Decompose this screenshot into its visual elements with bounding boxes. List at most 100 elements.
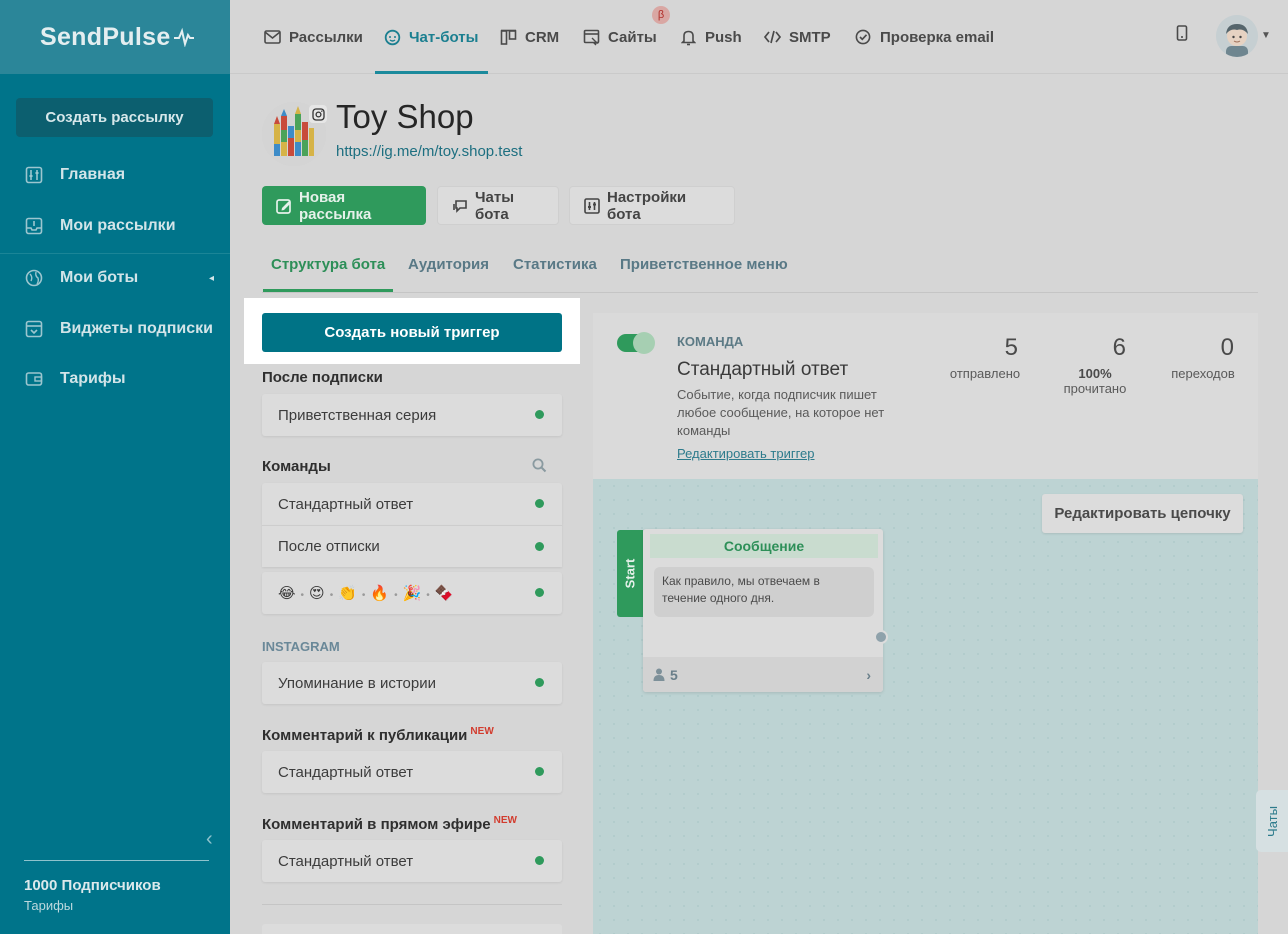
globe-icon	[24, 268, 44, 288]
trigger-card[interactable]: После отписки	[262, 525, 562, 567]
tabs-divider	[262, 292, 1258, 293]
sidebar-item-widgets[interactable]: Виджеты подписки	[24, 319, 214, 339]
emoji-commands: 😂 • 😍 • 👏 • 🔥 • 🎉 • 🍫	[278, 585, 454, 602]
chevron-down-icon[interactable]: ▼	[1261, 30, 1271, 41]
chat-icon	[452, 198, 468, 213]
logo[interactable]: SendPulse	[40, 23, 195, 52]
tab-welcome-menu[interactable]: Приветственное меню	[620, 256, 788, 273]
create-trigger-button[interactable]: Создать новый триггер	[262, 313, 562, 352]
group-title-text: Комментарий в прямом эфире	[262, 816, 491, 833]
recipient-count: 5	[670, 666, 678, 683]
tab-chatbots[interactable]: Чат-боты	[374, 0, 489, 74]
check-circle-icon	[854, 28, 872, 46]
button-label: Чаты бота	[475, 188, 515, 223]
status-dot	[535, 856, 544, 865]
caret-left-icon: ◂	[208, 272, 214, 284]
sliders-icon	[584, 197, 600, 214]
sidebar-item-bots[interactable]: Мои боты ◂	[24, 268, 214, 288]
tab-bot-structure[interactable]: Структура бота	[262, 256, 394, 292]
tab-label: Чат-боты	[409, 28, 479, 46]
trigger-label: Приветственная серия	[278, 406, 437, 424]
trigger-label: Стандартный ответ	[278, 852, 414, 870]
edit-trigger-link[interactable]: Редактировать триггер	[677, 446, 815, 461]
trigger-card-partial	[262, 924, 562, 934]
tab-label: Рассылки	[289, 28, 363, 46]
new-campaign-button[interactable]: Новая рассылка	[262, 186, 426, 225]
group-title-commands: Команды	[262, 458, 331, 475]
sidebar-item-tariffs[interactable]: Тарифы	[24, 369, 214, 389]
stat-value: 6	[1112, 334, 1126, 361]
stat-percent: 100%	[1078, 366, 1112, 381]
mobile-icon[interactable]	[1176, 25, 1188, 46]
trigger-card[interactable]: Стандартный ответ	[262, 483, 562, 525]
wallet-icon	[24, 369, 44, 389]
sidebar-divider	[0, 253, 230, 254]
chats-side-tab[interactable]: Чаты	[1256, 790, 1288, 852]
stat-clicks: 0 переходов	[1170, 334, 1236, 381]
emoji: 🎉	[402, 585, 422, 602]
new-badge: NEW	[493, 815, 517, 826]
search-icon[interactable]	[532, 458, 547, 478]
group-title-text: Комментарий к публикации	[262, 727, 468, 744]
user-avatar[interactable]	[1216, 15, 1258, 57]
trigger-label: Стандартный ответ	[278, 763, 414, 781]
sidebar-item-label: Главная	[60, 166, 126, 183]
tab-email-verify[interactable]: Проверка email	[854, 0, 994, 74]
bot-title: Toy Shop	[336, 98, 474, 135]
tab-campaigns[interactable]: Рассылки	[263, 0, 363, 74]
sidebar-item-label: Виджеты подписки	[60, 320, 213, 337]
stat-read: 6 100% прочитано	[1060, 334, 1130, 396]
widget-icon	[24, 319, 44, 339]
tab-smtp[interactable]: SMTP	[763, 0, 831, 74]
edit-icon	[276, 198, 292, 214]
tab-sites[interactable]: Сайты	[582, 0, 657, 74]
trigger-card[interactable]: Упоминание в истории	[262, 662, 562, 704]
edit-chain-button[interactable]: Редактировать цепочку	[1042, 494, 1243, 533]
trigger-label: После отписки	[278, 538, 380, 555]
tab-crm[interactable]: CRM	[499, 0, 559, 74]
tab-label: SMTP	[789, 28, 831, 46]
bot-chats-button[interactable]: Чаты бота	[437, 186, 559, 225]
tab-push[interactable]: Push	[679, 0, 742, 74]
toggle-knob	[633, 332, 655, 354]
status-dot	[535, 678, 544, 687]
trigger-card[interactable]: Стандартный ответ	[262, 840, 562, 882]
tab-label: CRM	[525, 28, 560, 46]
bot-settings-button[interactable]: Настройки бота	[569, 186, 735, 225]
bot-link[interactable]: https://ig.me/m/toy.shop.test	[336, 143, 522, 160]
message-node[interactable]: Сообщение Как правило, мы отвечаем в теч…	[643, 529, 883, 692]
chevron-right-icon[interactable]: ›	[866, 667, 871, 683]
tab-audience[interactable]: Аудитория	[408, 256, 489, 273]
trigger-card[interactable]: Приветственная серия	[262, 394, 562, 436]
sidebar: SendPulse Создать рассылку Главная Мои р…	[0, 0, 230, 934]
tariff-link[interactable]: Тарифы	[24, 898, 73, 913]
stat-label: переходов	[1171, 366, 1235, 381]
create-campaign-button[interactable]: Создать рассылку	[16, 98, 213, 137]
trigger-kind: КОМАНДА	[677, 334, 744, 349]
collapse-sidebar-icon[interactable]: ‹	[206, 828, 213, 851]
sidebar-item-campaigns[interactable]: Мои рассылки	[24, 216, 214, 236]
trigger-label: Упоминание в истории	[278, 674, 436, 692]
tab-statistics[interactable]: Статистика	[513, 256, 597, 273]
status-dot	[535, 410, 544, 419]
chatbot-icon	[383, 28, 401, 46]
user-icon	[653, 668, 665, 681]
stat-value: 5	[1004, 334, 1018, 361]
instagram-icon	[309, 105, 327, 123]
trigger-toggle[interactable]	[617, 332, 655, 354]
trigger-card[interactable]: Стандартный ответ	[262, 751, 562, 793]
trigger-card-emoji[interactable]: 😂 • 😍 • 👏 • 🔥 • 🎉 • 🍫	[262, 572, 562, 614]
sidebar-divider	[24, 860, 209, 861]
sliders-icon	[24, 165, 44, 185]
emoji: 😍	[309, 585, 325, 602]
stat-label: отправлено	[949, 366, 1021, 381]
start-text: Start	[622, 558, 638, 589]
bell-icon	[679, 28, 697, 46]
status-dot	[535, 767, 544, 776]
output-connector[interactable]	[874, 630, 888, 644]
sidebar-item-label: Мои рассылки	[60, 217, 176, 234]
sidebar-item-home[interactable]: Главная	[24, 165, 214, 185]
divider	[262, 904, 562, 905]
group-title-post-comment: Комментарий к публикации NEW	[262, 726, 494, 744]
tab-label: Сайты	[608, 28, 657, 46]
